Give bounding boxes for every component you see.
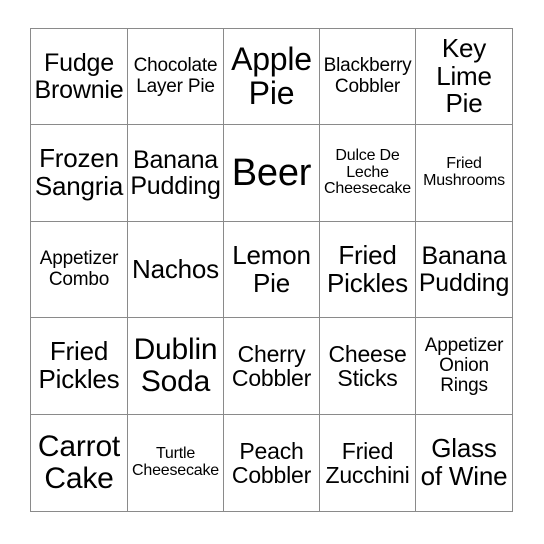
bingo-cell[interactable]: Beer xyxy=(224,125,320,222)
bingo-cell[interactable]: Fried Mushrooms xyxy=(416,125,512,222)
bingo-cell-label: Fudge Brownie xyxy=(34,49,124,104)
bingo-cell-label: Glass of Wine xyxy=(420,433,508,491)
bingo-cell[interactable]: Appetizer Onion Rings xyxy=(416,318,512,415)
bingo-cell-label: Carrot Cake xyxy=(37,430,121,495)
bingo-cell-label: Nachos xyxy=(132,253,219,284)
bingo-cell[interactable]: Nachos xyxy=(128,222,224,318)
bingo-cell[interactable]: Lemon Pie xyxy=(224,222,320,318)
bingo-cell[interactable]: Fried Zucchini xyxy=(320,415,416,511)
bingo-cell[interactable]: Turtle Cheesecake xyxy=(128,415,224,511)
bingo-cell[interactable]: Blackberry Cobbler xyxy=(320,29,416,125)
bingo-cell[interactable]: Fried Pickles xyxy=(31,318,128,415)
bingo-cell-label: Fried Mushrooms xyxy=(423,155,505,189)
bingo-cell[interactable]: Cheese Sticks xyxy=(320,318,416,415)
bingo-cell-label: Blackberry Cobbler xyxy=(323,55,412,97)
bingo-cell-label: Lemon Pie xyxy=(232,239,311,298)
bingo-cell-label: Appetizer Onion Rings xyxy=(424,334,504,397)
bingo-cell-label: Key Lime Pie xyxy=(436,33,492,119)
bingo-cell-label: Dulce De Leche Cheesecake xyxy=(324,146,411,198)
bingo-cell-label: Fried Pickles xyxy=(327,239,408,298)
bingo-cell-label: Appetizer Combo xyxy=(39,248,119,290)
bingo-cell[interactable]: Dulce De Leche Cheesecake xyxy=(320,125,416,222)
bingo-cell[interactable]: Glass of Wine xyxy=(416,415,512,511)
bingo-cell[interactable]: Banana Pudding xyxy=(416,222,512,318)
bingo-cell[interactable]: Dublin Soda xyxy=(128,318,224,415)
bingo-cell-label: Chocolate Layer Pie xyxy=(133,55,218,97)
bingo-cell-label: Cherry Cobbler xyxy=(231,340,312,391)
bingo-cell-label: Turtle Cheesecake xyxy=(132,445,219,479)
bingo-cell-label: Cheese Sticks xyxy=(328,340,407,391)
bingo-cell-label: Fried Zucchini xyxy=(325,437,410,488)
bingo-cell-label: Dublin Soda xyxy=(133,333,218,398)
bingo-cell[interactable]: Fudge Brownie xyxy=(31,29,128,125)
bingo-cell[interactable]: Key Lime Pie xyxy=(416,29,512,125)
bingo-cell-label: Banana Pudding xyxy=(130,145,221,200)
bingo-cell[interactable]: Fried Pickles xyxy=(320,222,416,318)
bingo-cell-label: Apple Pie xyxy=(231,40,312,111)
bingo-cell-label: Frozen Sangria xyxy=(34,143,124,201)
bingo-cell[interactable]: Carrot Cake xyxy=(31,415,128,511)
bingo-cell[interactable]: Apple Pie xyxy=(224,29,320,125)
bingo-cell[interactable]: Chocolate Layer Pie xyxy=(128,29,224,125)
bingo-card-grid: Fudge Brownie Chocolate Layer Pie Apple Pi… xyxy=(30,28,513,512)
bingo-cell[interactable]: Banana Pudding xyxy=(128,125,224,222)
bingo-cell-label: Banana Pudding xyxy=(418,242,510,297)
bingo-cell[interactable]: Frozen Sangria xyxy=(31,125,128,222)
bingo-cell[interactable]: Peach Cobbler xyxy=(224,415,320,511)
bingo-cell[interactable]: Cherry Cobbler xyxy=(224,318,320,415)
bingo-cell[interactable]: Appetizer Combo xyxy=(31,222,128,318)
bingo-cell-label: Peach Cobbler xyxy=(231,437,312,488)
bingo-cell-label: Fried Pickles xyxy=(38,336,120,394)
bingo-cell-label: Beer xyxy=(231,151,312,194)
